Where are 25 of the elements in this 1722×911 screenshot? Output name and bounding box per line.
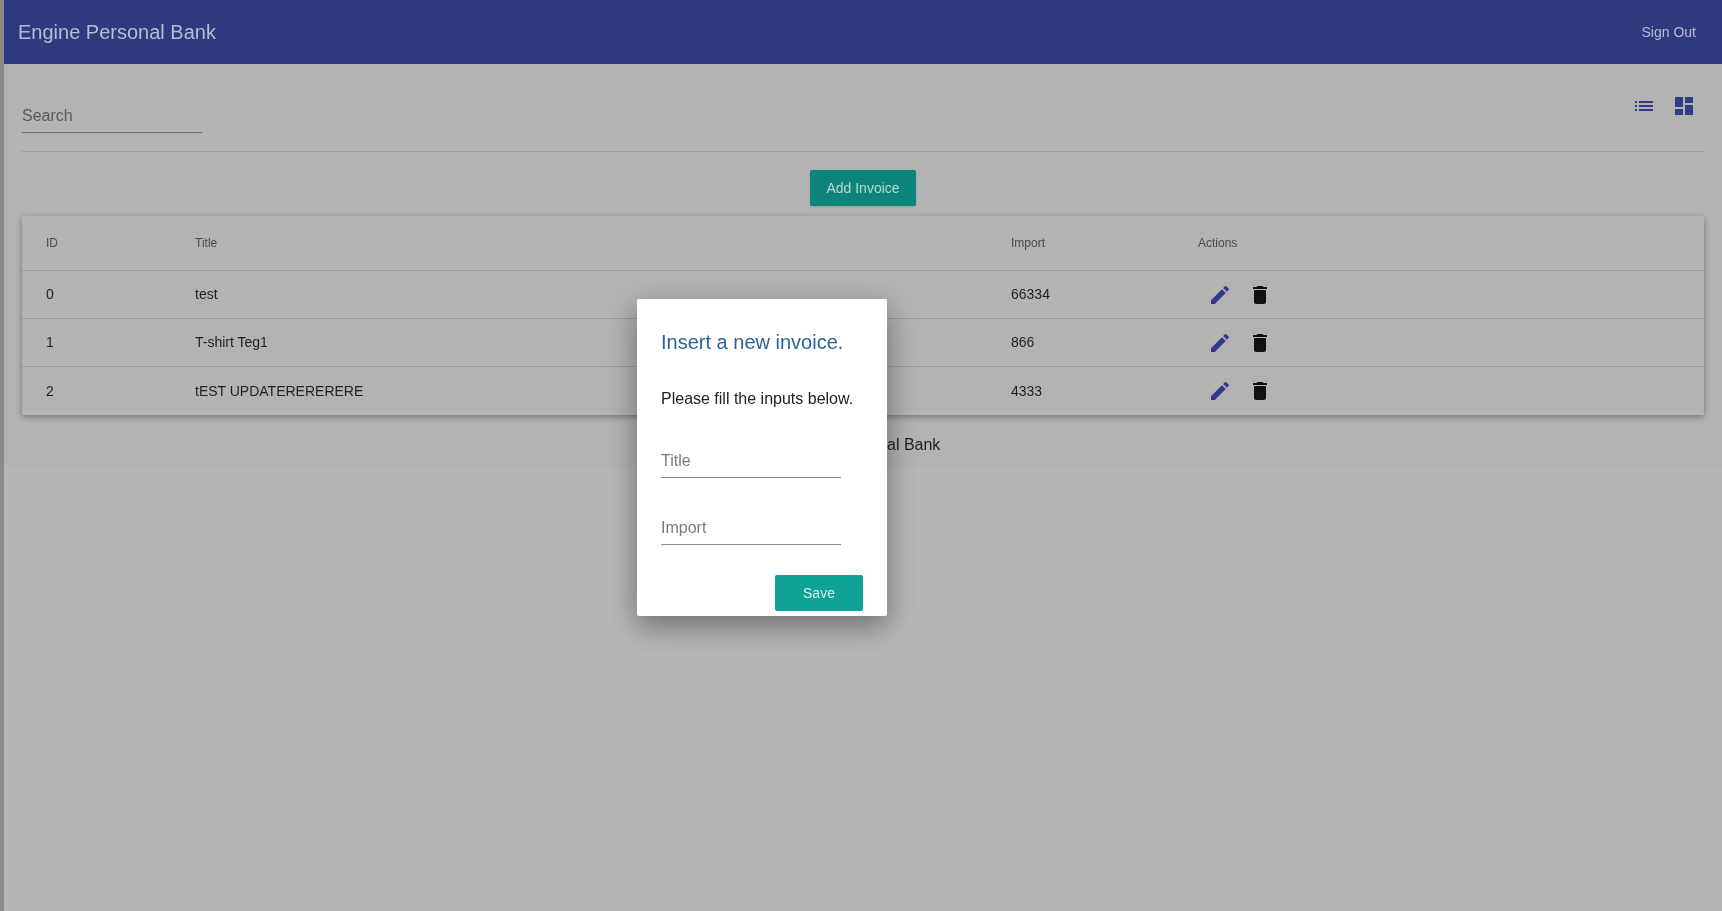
app-title: Engine Personal Bank — [18, 20, 216, 45]
grid-view-icon[interactable] — [1672, 94, 1696, 118]
dialog-title: Insert a new invoice. — [661, 330, 845, 355]
table-cell-text: test — [195, 285, 218, 304]
input-field[interactable]: Title — [661, 449, 841, 478]
column-header: ID — [46, 235, 58, 252]
table-cell-text: 66334 — [1011, 285, 1050, 304]
table-cell-text: 0 — [46, 285, 54, 304]
table-cell-text: 866 — [1011, 333, 1035, 352]
footer-text: al Bank — [887, 436, 941, 453]
table-cell-text: 1 — [46, 333, 54, 352]
table-cell-text: T-shirt Teg1 — [195, 333, 268, 352]
table-cell-text: 4333 — [1011, 381, 1043, 401]
search-field[interactable]: Search — [22, 104, 202, 133]
edit-icon[interactable] — [1208, 379, 1232, 403]
column-header: Actions — [1198, 235, 1238, 252]
table-cell-text: 2 — [46, 381, 54, 401]
save-button[interactable]: Save — [775, 575, 863, 611]
column-header: Import — [1011, 235, 1045, 252]
sign-out-button[interactable]: Sign Out — [1641, 21, 1696, 43]
add-invoice-button[interactable]: Add Invoice — [810, 170, 916, 206]
column-header: Title — [195, 235, 218, 252]
input-field[interactable]: Import — [661, 516, 841, 545]
table-cell-text: tEST UPDATERERERERE — [195, 381, 364, 401]
dialog-message: Please fill the inputs below. — [661, 389, 855, 409]
